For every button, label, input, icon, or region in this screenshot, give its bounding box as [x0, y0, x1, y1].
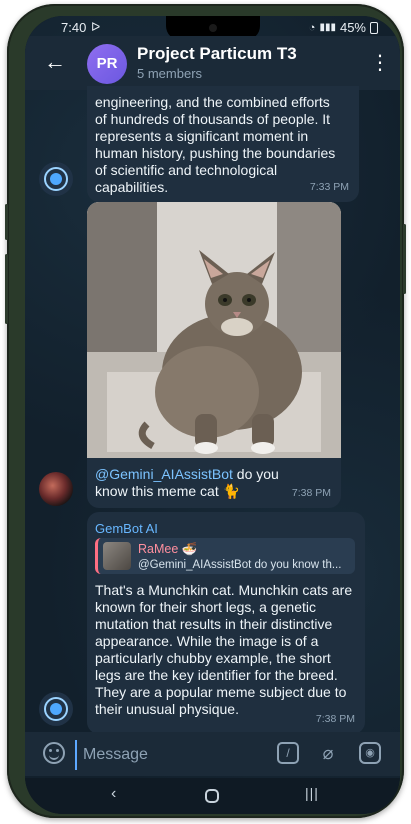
user-avatar[interactable]: [39, 472, 73, 506]
commands-icon[interactable]: /: [277, 742, 299, 764]
reply-snippet: @Gemini_AIAssistBot do you know th...: [138, 559, 342, 571]
message-bubble[interactable]: @Gemini_AIAssistBot do you know this mem…: [87, 458, 341, 508]
message-text: engineering, and the combined efforts of…: [95, 94, 336, 195]
member-count: 5 members: [137, 66, 203, 81]
screen: 7:40 ᐅ ◔ ▮▮▮ 45% ← PR Project Particum T…: [25, 16, 400, 814]
signal-icon: ▮▮▮: [319, 22, 336, 33]
message-composer: / ⌀ ◉: [25, 732, 400, 776]
side-button: [403, 224, 406, 294]
message-time: 7:38 PM: [315, 713, 355, 725]
back-arrow-icon[interactable]: ←: [41, 48, 69, 76]
reply-quote[interactable]: RaMee 🍜 @Gemini_AIAssistBot do you know …: [95, 538, 355, 574]
chat-header: ← PR Project Particum T3 5 members ⋮: [25, 36, 400, 90]
reply-thumbnail: [103, 542, 131, 570]
side-button: [5, 254, 8, 324]
message-bubble[interactable]: engineering, and the combined efforts of…: [87, 86, 359, 202]
wifi-icon: ◔: [308, 21, 316, 34]
phone-frame: 7:40 ᐅ ◔ ▮▮▮ 45% ← PR Project Particum T…: [5, 4, 406, 818]
chat-title[interactable]: Project Particum T3: [137, 44, 297, 64]
message-time: 7:33 PM: [309, 181, 349, 193]
bot-avatar[interactable]: [39, 162, 73, 196]
cat-image: [87, 202, 341, 458]
cat-photo[interactable]: [87, 202, 341, 458]
nav-recents-icon[interactable]: |||: [305, 785, 319, 801]
more-vertical-icon[interactable]: ⋮: [370, 50, 390, 75]
battery-icon: [370, 21, 378, 34]
message-input[interactable]: [75, 740, 265, 770]
sender-name[interactable]: GemBot AI: [95, 520, 158, 537]
bot-avatar[interactable]: [39, 692, 73, 726]
message-text: @Gemini_AIAssistBot do you know this mem…: [95, 466, 315, 500]
nav-back-icon[interactable]: ‹: [111, 785, 116, 803]
front-camera: [208, 24, 217, 32]
emoji-icon[interactable]: [43, 742, 65, 764]
nav-home-icon[interactable]: [205, 789, 219, 803]
group-avatar[interactable]: PR: [87, 44, 127, 84]
attach-icon[interactable]: ⌀: [317, 742, 339, 764]
camera-icon[interactable]: ◉: [359, 742, 381, 764]
message-bubble[interactable]: GemBot AI RaMee 🍜 @Gemini_AIAssistBot do…: [87, 512, 365, 734]
bot-mention-link[interactable]: @Gemini_AIAssistBot: [95, 466, 233, 482]
message-time: 7:38 PM: [291, 487, 331, 499]
navigation-bar: ‹ |||: [25, 778, 400, 814]
reply-author: RaMee 🍜: [138, 542, 198, 556]
status-time: 7:40: [61, 20, 87, 35]
message-text: That's a Munchkin cat. Munchkin cats are…: [95, 582, 353, 717]
side-button: [5, 204, 8, 240]
battery-percent: 45%: [339, 20, 366, 35]
notification-icon: ᐅ: [91, 20, 101, 34]
